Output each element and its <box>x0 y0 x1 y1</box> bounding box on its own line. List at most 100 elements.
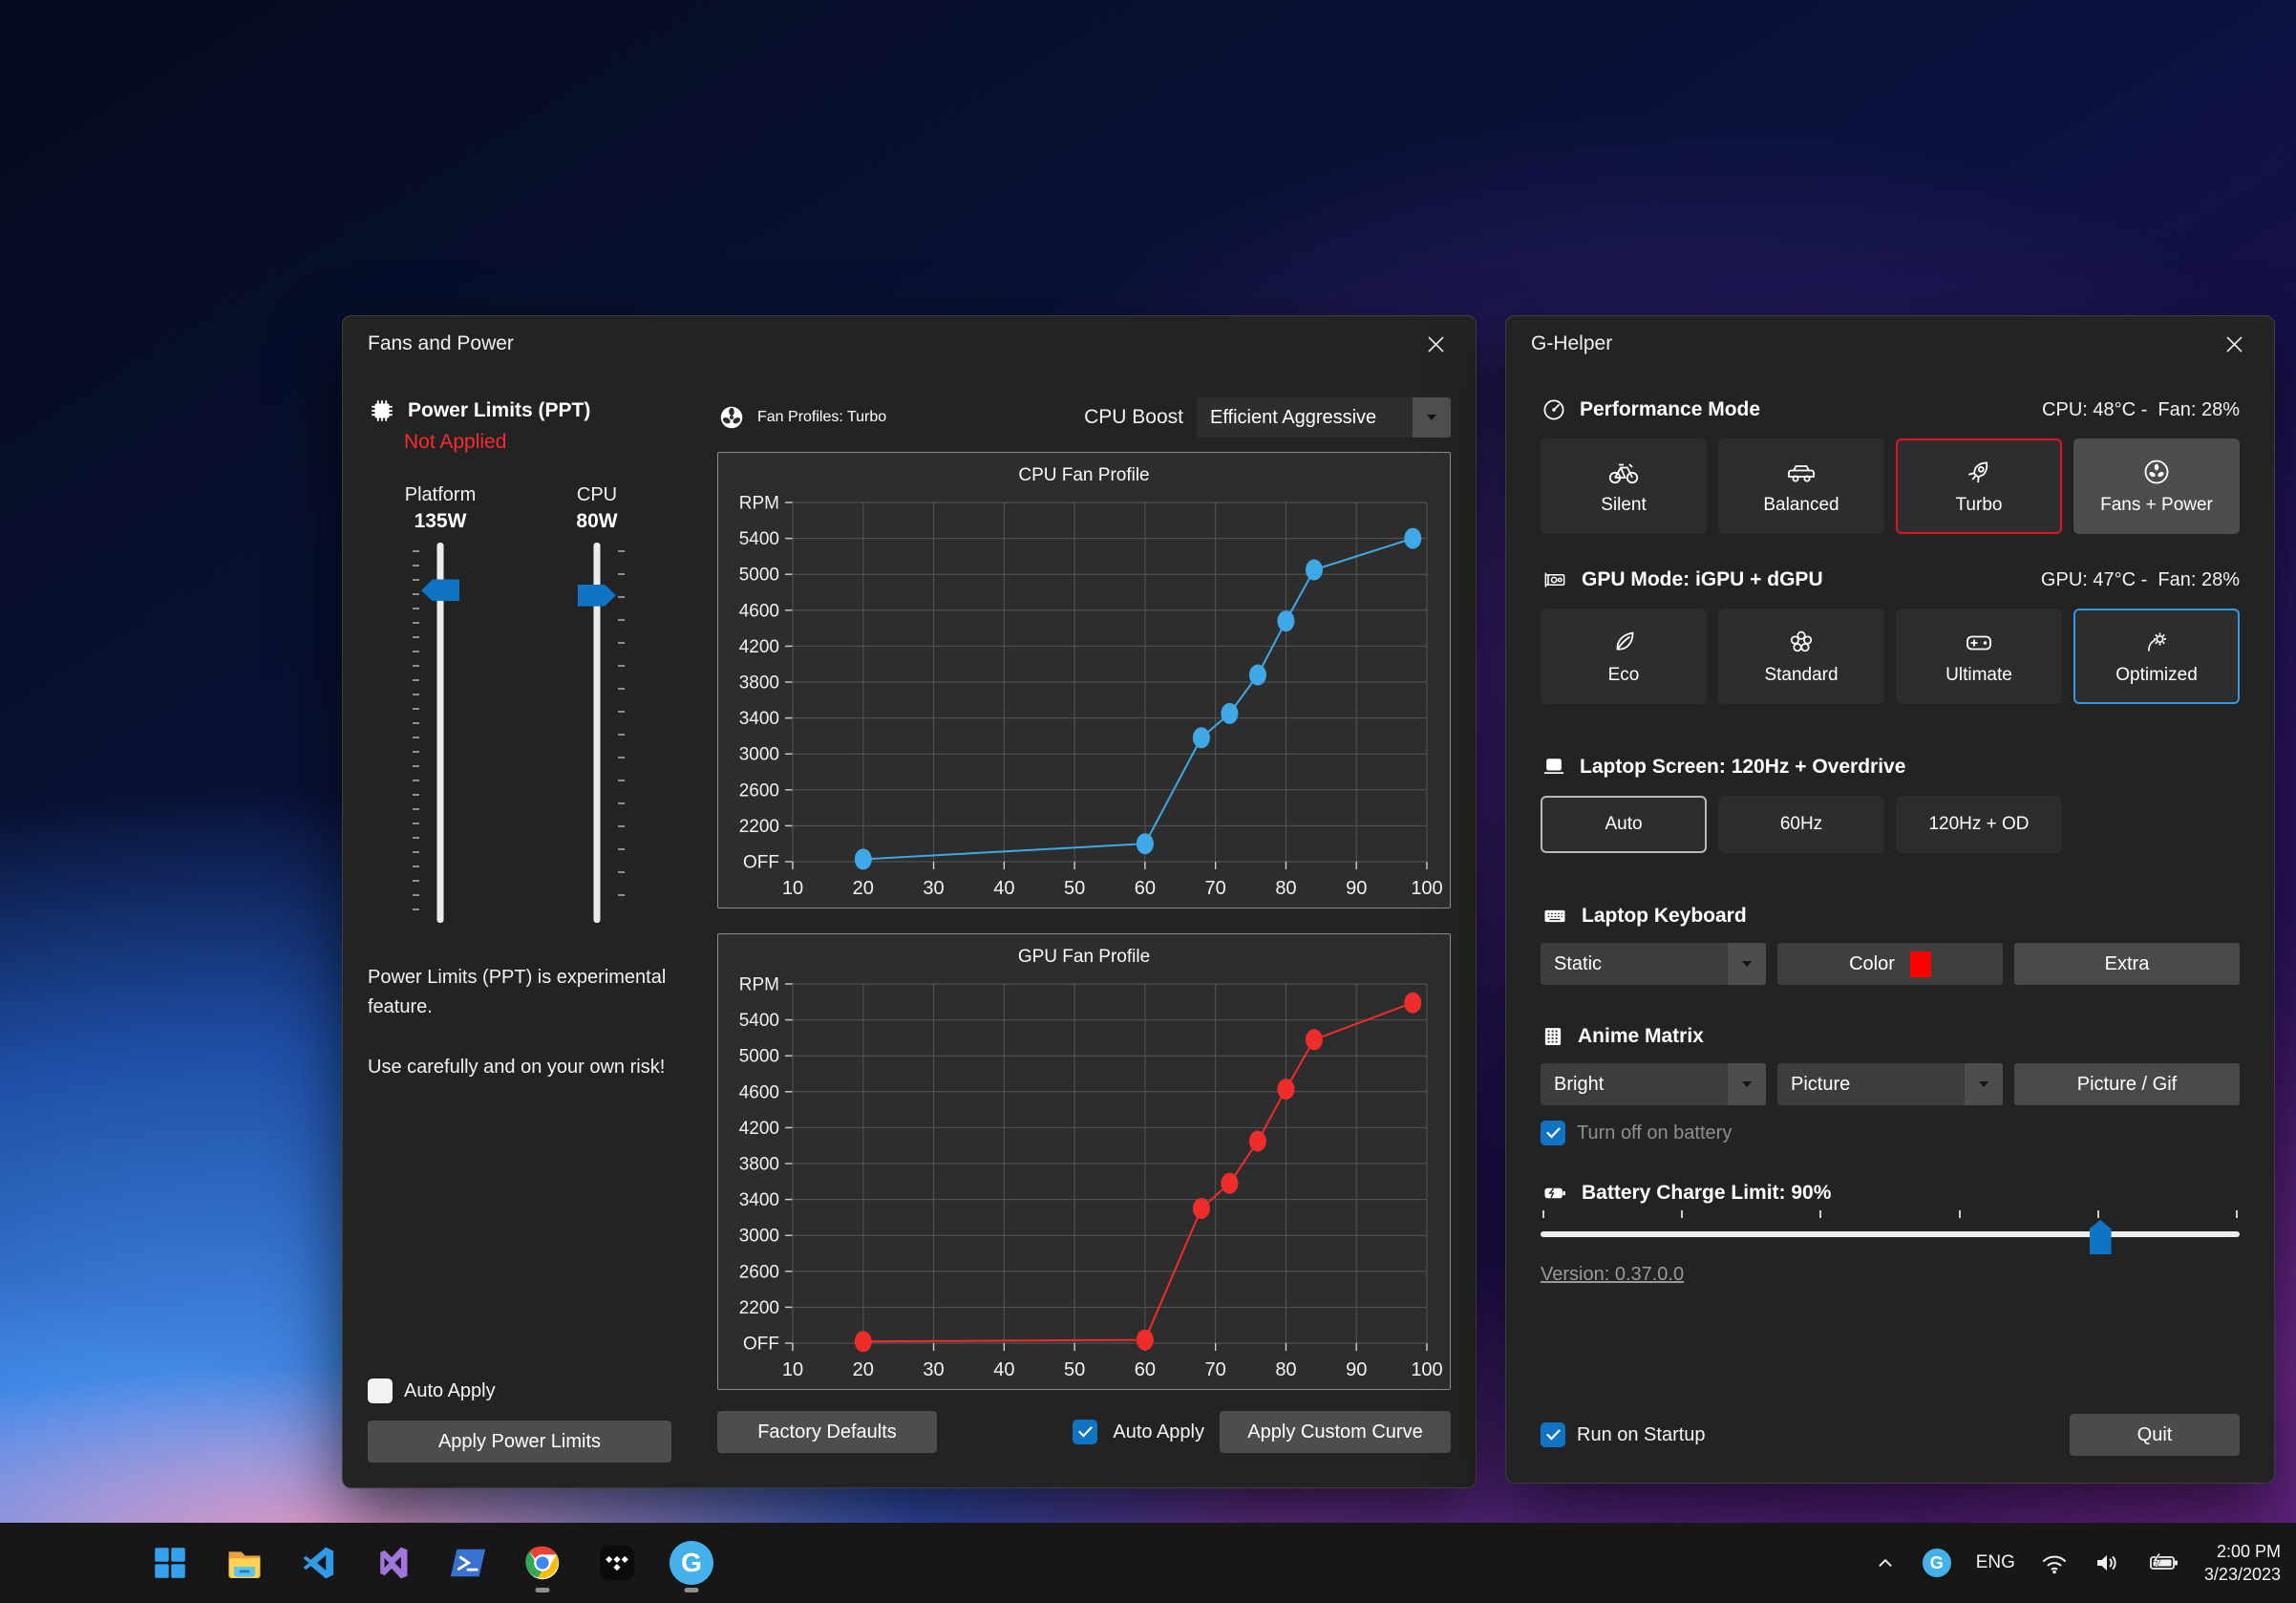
mode-button-balanced[interactable]: Balanced <box>1718 438 1884 534</box>
cpu-boost-label: CPU Boost <box>1084 406 1183 429</box>
gpu-button-ultimate[interactable]: Ultimate <box>1896 609 2062 704</box>
keyboard-icon <box>1541 903 1569 930</box>
svg-text:20: 20 <box>853 878 874 899</box>
keyboard-color-button[interactable]: Color <box>1777 943 2003 985</box>
vscode-button[interactable] <box>294 1531 344 1594</box>
cpu-boost-dropdown[interactable]: Efficient Aggressive <box>1197 397 1451 438</box>
chevron-down-icon[interactable] <box>1728 1063 1766 1105</box>
run-on-startup-row[interactable]: Run on Startup <box>1541 1422 1706 1447</box>
version-link[interactable]: Version: 0.37.0.0 <box>1541 1264 1684 1286</box>
quit-button[interactable]: Quit <box>2070 1414 2240 1456</box>
clock[interactable]: 2:00 PM 3/23/2023 <box>2204 1540 2281 1587</box>
battery-charge-icon <box>1541 1180 1569 1207</box>
platform-power-slider[interactable] <box>368 541 513 925</box>
battery-charging-icon[interactable] <box>2147 1550 2179 1576</box>
cpu-temp-status: CPU: 48°C - Fan: 28% <box>2042 399 2240 421</box>
run-on-startup-checkbox[interactable] <box>1541 1422 1565 1447</box>
apply-custom-curve-button[interactable]: Apply Custom Curve <box>1220 1411 1451 1453</box>
gpu-button-label: Optimized <box>2115 665 2198 686</box>
ghelper-close-button[interactable] <box>2215 325 2253 363</box>
fans-and-power-window: Fans and Power Power Limits (PPT) Not Ap… <box>342 315 1477 1488</box>
windows-start-icon <box>150 1543 190 1583</box>
svg-text:10: 10 <box>782 878 803 899</box>
chevron-down-icon[interactable] <box>1965 1063 2003 1105</box>
tray-time: 2:00 PM <box>2204 1540 2281 1563</box>
svg-text:OFF: OFF <box>743 1335 779 1355</box>
cpu-slider-thumb[interactable] <box>578 585 616 607</box>
battery-slider-track[interactable] <box>1541 1231 2240 1237</box>
svg-text:4600: 4600 <box>739 601 779 621</box>
screen-button-60hz[interactable]: 60Hz <box>1718 796 1884 853</box>
platform-slider-thumb[interactable] <box>421 579 459 601</box>
turn-off-on-battery-checkbox[interactable] <box>1541 1121 1565 1145</box>
mode-button-label: Turbo <box>1956 495 2003 516</box>
matrix-picture-gif-button[interactable]: Picture / Gif <box>2014 1063 2240 1105</box>
screen-button-120hz-od[interactable]: 120Hz + OD <box>1896 796 2062 853</box>
cpu-slider-ticks <box>618 550 625 915</box>
battery-slider-thumb[interactable] <box>2090 1220 2112 1254</box>
powershell-icon <box>447 1543 489 1583</box>
matrix-mode-dropdown[interactable]: Picture <box>1777 1063 2003 1105</box>
screen-mode-buttons: Auto 60Hz 120Hz + OD <box>1541 796 2240 853</box>
chrome-button[interactable] <box>518 1531 567 1594</box>
taskbar: G G ENG 2:00 PM 3/23/2023 <box>0 1523 2296 1603</box>
check-icon <box>1078 1426 1093 1438</box>
keyboard-extra-button[interactable]: Extra <box>2014 943 2240 985</box>
vscode-icon <box>299 1543 339 1583</box>
screen-button-auto-selected[interactable]: Auto <box>1541 796 1707 853</box>
mode-button-turbo-selected[interactable]: Turbo <box>1896 438 2062 534</box>
wifi-icon[interactable] <box>2040 1550 2069 1576</box>
power-limits-status: Not Applied <box>404 431 692 454</box>
cpu-fan-chart-title: CPU Fan Profile <box>718 453 1450 493</box>
mode-button-silent[interactable]: Silent <box>1541 438 1707 534</box>
battery-charge-slider[interactable] <box>1541 1208 2240 1252</box>
mode-button-fans-power-active[interactable]: Fans + Power <box>2073 438 2240 534</box>
volume-icon[interactable] <box>2094 1550 2122 1576</box>
matrix-battery-toggle-row[interactable]: Turn off on battery <box>1541 1121 2240 1145</box>
matrix-brightness-value: Bright <box>1541 1074 1728 1096</box>
file-explorer-button[interactable] <box>220 1531 269 1594</box>
svg-text:5000: 5000 <box>739 566 779 586</box>
svg-text:80: 80 <box>1275 878 1296 899</box>
mode-button-label: Silent <box>1601 495 1647 516</box>
start-button[interactable] <box>145 1531 195 1594</box>
svg-text:10: 10 <box>782 1359 803 1380</box>
optimization-gear-icon <box>2141 627 2172 657</box>
keyboard-mode-value: Static <box>1541 953 1728 975</box>
power-auto-apply-row[interactable]: Auto Apply <box>368 1379 692 1403</box>
cpu-boost-value: Efficient Aggressive <box>1197 407 1413 429</box>
curve-auto-apply-checkbox[interactable] <box>1073 1420 1097 1444</box>
ghelper-titlebar[interactable]: G-Helper <box>1506 316 2274 372</box>
apply-power-limits-button[interactable]: Apply Power Limits <box>368 1421 671 1463</box>
cpu-fan-chart-canvas[interactable]: OFF220026003000340038004200460050005400R… <box>718 493 1450 908</box>
tidal-button[interactable] <box>592 1531 642 1594</box>
powershell-button[interactable] <box>443 1531 493 1594</box>
gpu-button-eco[interactable]: Eco <box>1541 609 1707 704</box>
gpu-button-optimized-selected[interactable]: Optimized <box>2073 609 2240 704</box>
svg-text:3800: 3800 <box>739 673 779 694</box>
language-indicator[interactable]: ENG <box>1976 1552 2015 1573</box>
fans-close-button[interactable] <box>1416 325 1455 363</box>
factory-defaults-button[interactable]: Factory Defaults <box>717 1411 937 1453</box>
bicycle-icon <box>1607 457 1640 487</box>
gpu-fan-chart-canvas[interactable]: OFF220026003000340038004200460050005400R… <box>718 974 1450 1389</box>
gpu-button-standard[interactable]: Standard <box>1718 609 1884 704</box>
visual-studio-button[interactable] <box>369 1531 418 1594</box>
svg-text:2600: 2600 <box>739 780 779 801</box>
chevron-down-icon[interactable] <box>1413 397 1451 438</box>
svg-text:30: 30 <box>923 878 944 899</box>
power-auto-apply-checkbox[interactable] <box>368 1379 393 1403</box>
fan-profiles-heading: Fan Profiles: Turbo <box>757 409 886 426</box>
svg-text:RPM: RPM <box>739 975 779 995</box>
fans-titlebar[interactable]: Fans and Power <box>343 316 1476 372</box>
leaf-icon <box>1608 627 1639 657</box>
keyboard-mode-dropdown[interactable]: Static <box>1541 943 1766 985</box>
chevron-down-icon[interactable] <box>1728 943 1766 985</box>
cpu-power-slider[interactable] <box>524 541 670 925</box>
matrix-brightness-dropdown[interactable]: Bright <box>1541 1063 1766 1105</box>
tray-chevron-up-icon[interactable] <box>1873 1550 1898 1575</box>
g-helper-taskbar-button[interactable]: G <box>667 1531 716 1594</box>
svg-text:60: 60 <box>1135 1359 1156 1380</box>
running-indicator <box>685 1588 699 1592</box>
g-helper-tray-icon[interactable]: G <box>1923 1549 1951 1577</box>
